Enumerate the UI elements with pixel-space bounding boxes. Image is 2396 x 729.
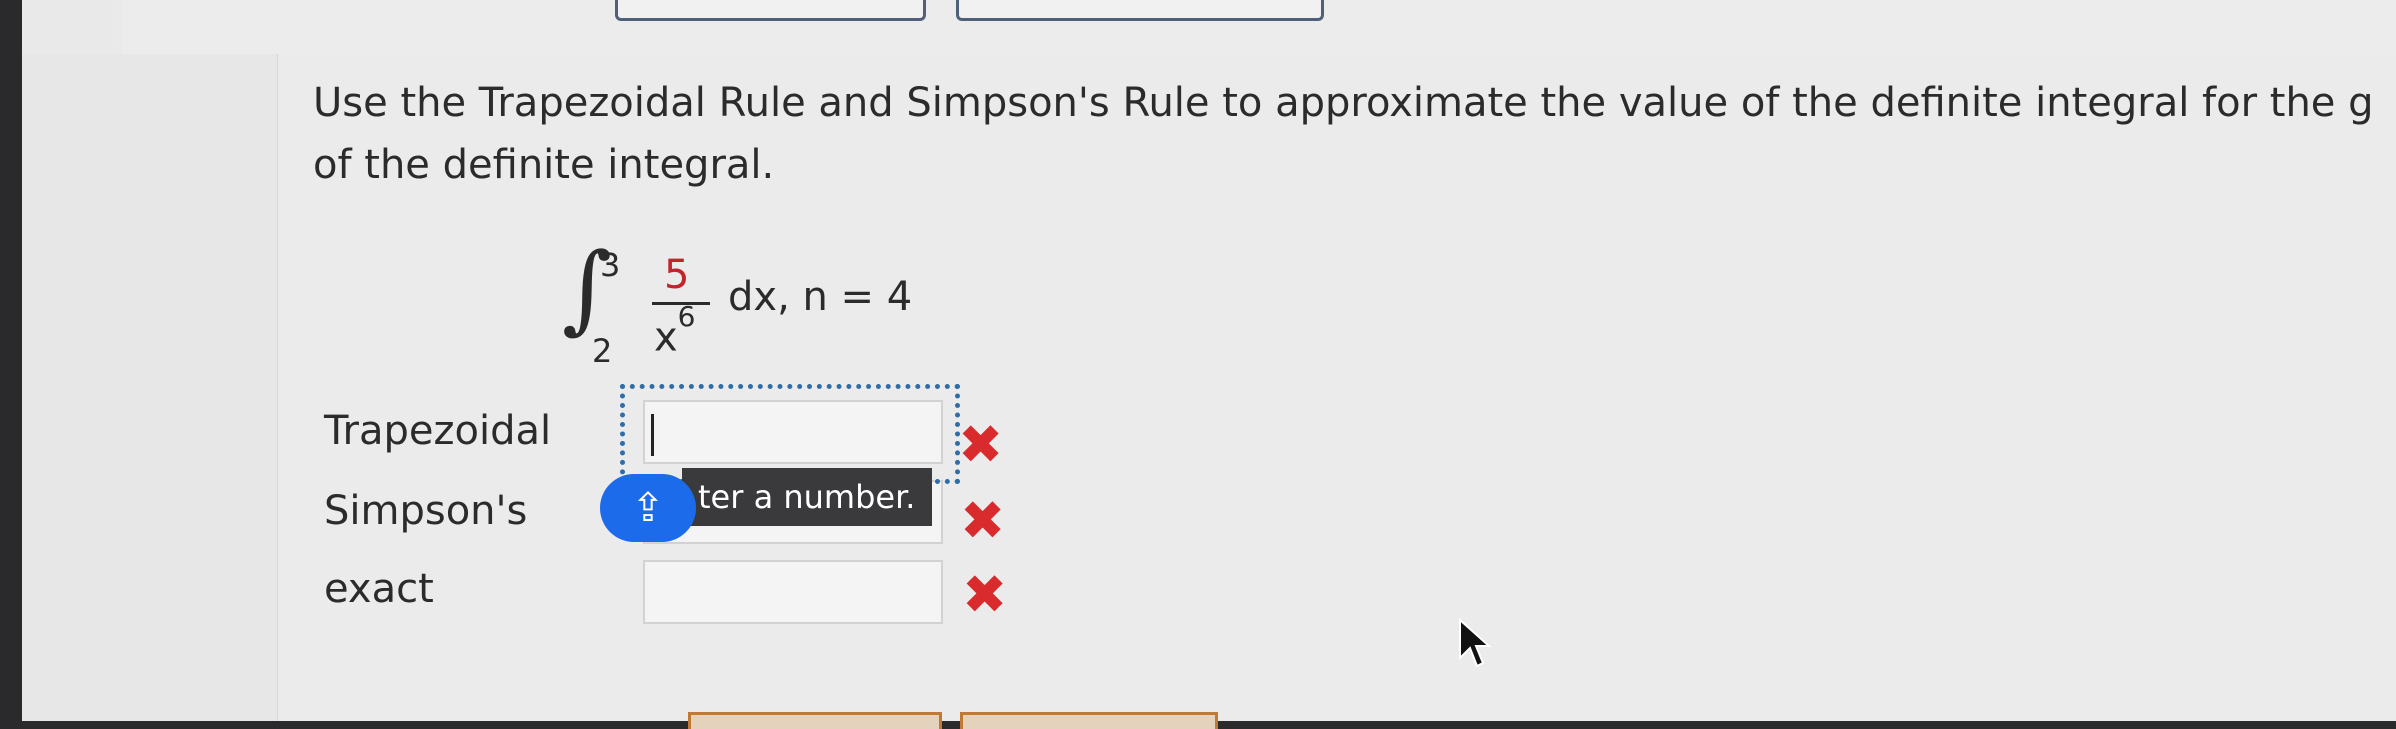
exact-input[interactable] (643, 560, 943, 624)
question-line-2: of the definite integral. (313, 142, 775, 188)
denominator: x6 (654, 300, 696, 361)
upper-limit: 3 (600, 246, 621, 284)
question-text: Use the Trapezoidal Rule and Simpson's R… (313, 72, 2374, 196)
text-caret (651, 414, 654, 456)
mouse-pointer-icon (1459, 618, 1492, 668)
denominator-base: x (654, 314, 678, 361)
left-gutter (22, 54, 277, 721)
incorrect-icon-trapezoidal: ✖ (958, 413, 1004, 476)
top-button-2[interactable] (956, 0, 1324, 21)
integral-tail: dx, n = 4 (728, 274, 913, 320)
question-line-1: Use the Trapezoidal Rule and Simpson's R… (313, 80, 2374, 126)
top-strip (122, 0, 2396, 55)
numerator: 5 (664, 252, 690, 298)
validation-tooltip: ter a number. ⇪ (600, 468, 932, 542)
incorrect-icon-exact: ✖ (962, 563, 1008, 626)
top-button-1[interactable] (615, 0, 926, 21)
tooltip-message: ter a number. (682, 468, 932, 526)
exact-label: exact (324, 566, 434, 612)
lower-limit: 2 (592, 332, 613, 370)
integral-expression: ∫ 3 2 5 x6 dx, n = 4 (562, 228, 962, 378)
shift-up-arrow-icon: ⇪ (600, 474, 696, 542)
trapezoidal-label: Trapezoidal (324, 408, 552, 454)
incorrect-icon-simpsons: ✖ (960, 489, 1006, 552)
denominator-exponent: 6 (677, 300, 696, 333)
simpsons-label: Simpson's (324, 488, 528, 534)
